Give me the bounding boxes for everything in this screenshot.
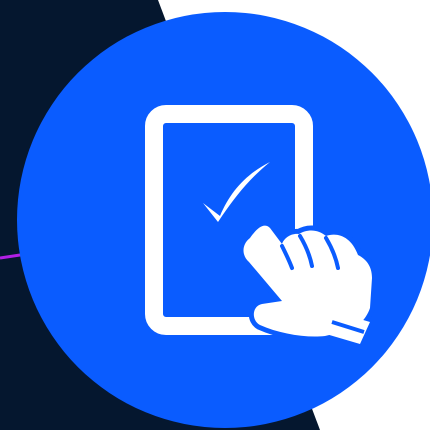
tablet-tap-checkmark-icon xyxy=(17,12,430,428)
pointing-hand-icon xyxy=(238,220,377,344)
illustration-canvas xyxy=(0,0,430,430)
illustration-stage xyxy=(0,0,430,430)
badge-circle xyxy=(17,12,430,428)
